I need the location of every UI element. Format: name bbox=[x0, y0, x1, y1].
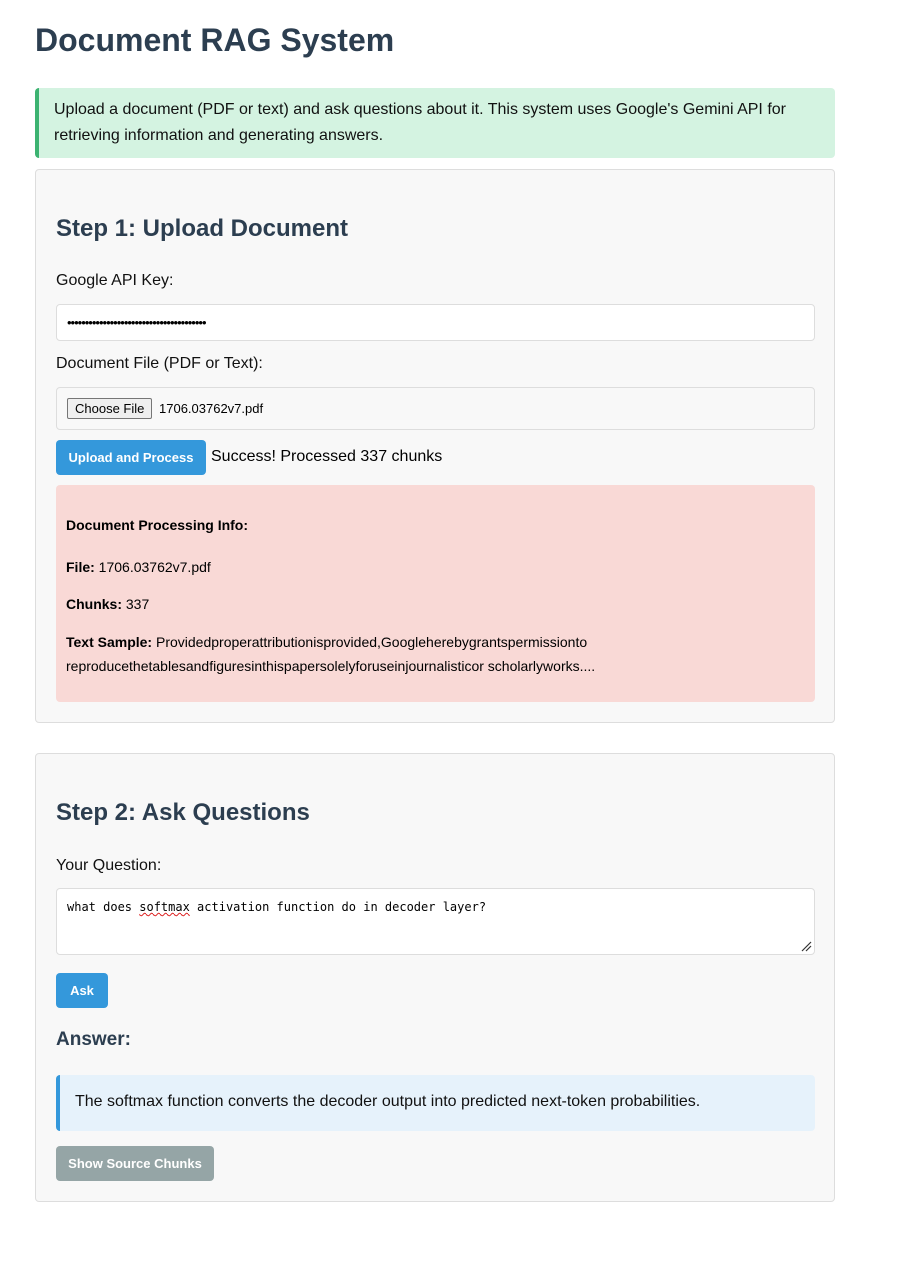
page-title: Document RAG System bbox=[35, 22, 395, 58]
upload-section: Step 1: Upload Document Google API Key: … bbox=[35, 169, 835, 723]
answer-box: The softmax function converts the decode… bbox=[56, 1075, 815, 1131]
intro-banner: Upload a document (PDF or text) and ask … bbox=[35, 88, 835, 158]
answer-heading: Answer: bbox=[56, 1029, 131, 1050]
question-section: Step 2: Ask Questions Your Question: wha… bbox=[35, 753, 835, 1202]
ask-button[interactable]: Ask bbox=[56, 973, 108, 1008]
step1-heading: Step 1: Upload Document bbox=[56, 215, 349, 242]
info-text-sample-continued: reproducethetablesandfiguresinthispapers… bbox=[66, 658, 596, 674]
choose-file-button[interactable]: Choose File bbox=[67, 398, 153, 419]
selected-file-name: 1706.03762v7.pdf bbox=[159, 401, 264, 416]
upload-process-button[interactable]: Upload and Process bbox=[56, 440, 206, 475]
info-heading: Document Processing Info: bbox=[66, 517, 249, 533]
question-label: Your Question: bbox=[56, 857, 162, 874]
page: Document RAG System Upload a document (P… bbox=[0, 0, 898, 1282]
info-chunks: Chunks: 337 bbox=[66, 596, 150, 612]
info-text-sample: Text Sample: Providedproperattributionis… bbox=[66, 634, 588, 650]
processing-info-panel: Document Processing Info: File: 1706.037… bbox=[56, 485, 815, 702]
misspelled-word: softmax bbox=[139, 900, 190, 914]
api-key-input[interactable]: ••••••••••••••••••••••••••••••••••••••• bbox=[56, 304, 815, 341]
question-textarea[interactable]: what does softmax activation function do… bbox=[56, 888, 815, 955]
info-file: File: 1706.03762v7.pdf bbox=[66, 559, 211, 575]
resize-handle-icon[interactable] bbox=[800, 940, 812, 952]
file-label: Document File (PDF or Text): bbox=[56, 355, 263, 372]
api-key-label: Google API Key: bbox=[56, 272, 174, 289]
file-input[interactable]: Choose File 1706.03762v7.pdf bbox=[56, 387, 815, 430]
show-source-chunks-button[interactable]: Show Source Chunks bbox=[56, 1146, 214, 1181]
step2-heading: Step 2: Ask Questions bbox=[56, 799, 310, 826]
upload-status: Success! Processed 337 chunks bbox=[211, 448, 443, 465]
